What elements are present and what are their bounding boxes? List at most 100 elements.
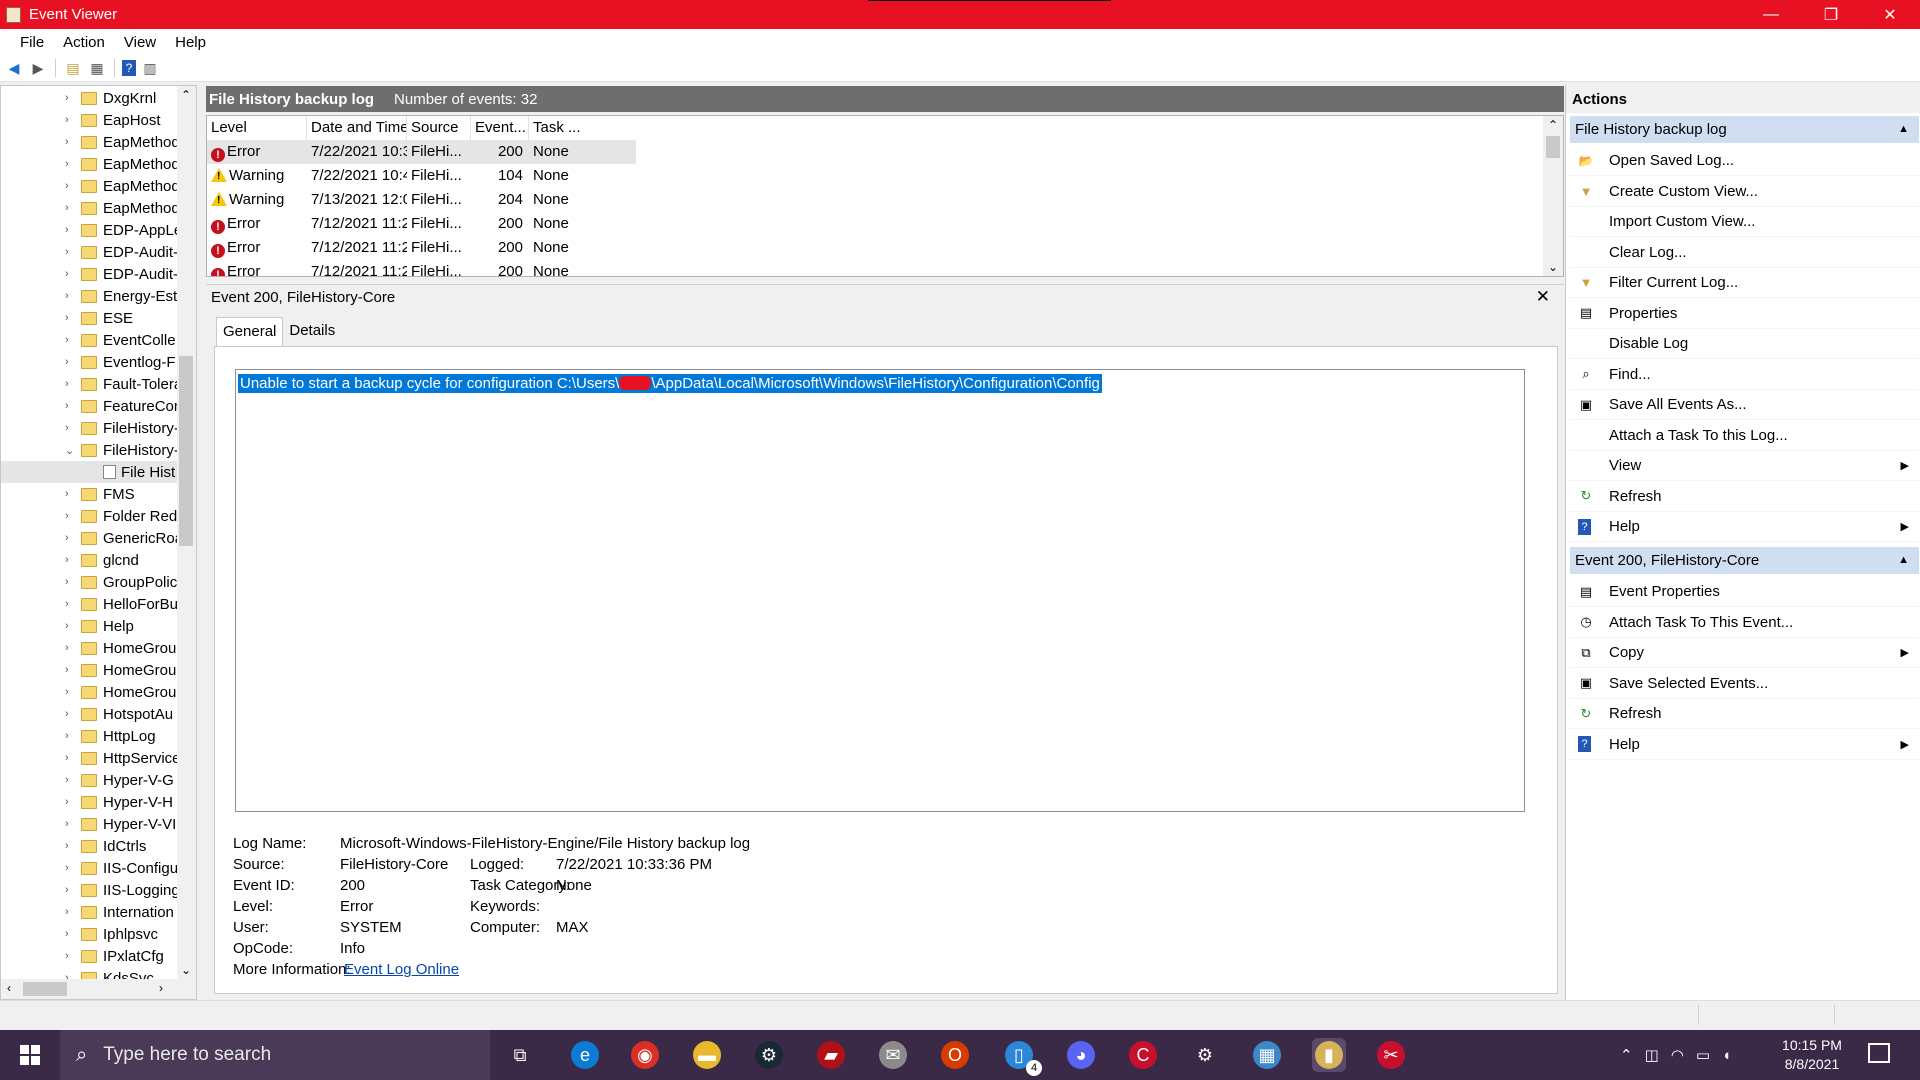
tree-item[interactable]: › HomeGrou [1,681,177,703]
event-row[interactable]: Warning 7/22/2021 10:43:16...FileHi... 104… [207,164,589,188]
tree-item[interactable]: › EapMethod [1,153,177,175]
snip-icon[interactable]: ✂ [1374,1038,1408,1072]
chevron-right-icon[interactable]: › [65,114,69,126]
chevron-right-icon[interactable]: › [65,510,69,522]
action-item[interactable]: ▤ Event Properties [1570,577,1919,607]
tree-item[interactable]: › Fault-Tolera [1,373,177,395]
chevron-right-icon[interactable]: › [65,884,69,896]
action-item[interactable]: Clear Log... [1570,238,1919,268]
chevron-down-icon[interactable]: ⌄ [65,444,74,457]
action-item[interactable]: ▼ Filter Current Log... [1570,268,1919,298]
tree-item[interactable]: › EapHost [1,109,177,131]
chevron-right-icon[interactable]: › [65,686,69,698]
column-level[interactable]: Level [207,116,307,140]
chevron-right-icon[interactable]: › [65,664,69,676]
chevron-right-icon[interactable]: › [65,972,69,979]
volume-icon[interactable]: ◖ [1722,1047,1731,1064]
chevron-right-icon[interactable]: › [65,620,69,632]
tree-item[interactable]: › GroupPolic [1,571,177,593]
chevron-right-icon[interactable]: › [65,312,69,324]
notification-center-icon[interactable] [1868,1043,1890,1063]
minimize-button[interactable]: — [1741,0,1801,29]
collapse-up-icon[interactable]: ▲ [1898,116,1909,143]
steam-icon[interactable]: ⚙ [752,1038,786,1072]
tree-item[interactable]: › HttpLog [1,725,177,747]
tree-item[interactable]: › GenericRoa [1,527,177,549]
chevron-right-icon[interactable]: › [65,554,69,566]
tree-item[interactable]: › EDP-AppLe [1,219,177,241]
chevron-right-icon[interactable]: › [65,334,69,346]
chevron-right-icon[interactable]: › [65,642,69,654]
start-button[interactable] [0,1030,60,1080]
chevron-right-icon[interactable]: › [65,532,69,544]
tree-item[interactable]: › EventColle [1,329,177,351]
scroll-thumb[interactable] [179,356,193,546]
event-row[interactable]: Warning 7/13/2021 12:01:09...FileHi... 204… [207,188,589,212]
ccleaner-icon[interactable]: C [1126,1038,1160,1072]
chevron-right-icon[interactable]: › [65,730,69,742]
action-item[interactable]: View ▶ [1570,451,1919,481]
scroll-down-icon[interactable]: ⌄ [181,963,191,977]
action-item[interactable]: Attach a Task To this Log... [1570,421,1919,451]
tree-item[interactable]: › Folder Red [1,505,177,527]
chevron-right-icon[interactable]: › [65,180,69,192]
chevron-right-icon[interactable]: › [65,136,69,148]
forward-arrow-icon[interactable]: ▶ [28,58,48,78]
scroll-down-icon[interactable]: ⌄ [1548,260,1558,274]
chevron-right-icon[interactable]: › [65,796,69,808]
tree-item[interactable]: › FMS [1,483,177,505]
tree-item[interactable]: › EDP-Audit- [1,263,177,285]
tree-item[interactable]: › Help [1,615,177,637]
action-item[interactable]: Disable Log [1570,329,1919,359]
tree-item[interactable]: › Hyper-V-H [1,791,177,813]
chevron-right-icon[interactable]: › [65,950,69,962]
event-row[interactable]: !Error7/22/2021 10:33:36...FileHi...200N… [207,140,636,164]
scroll-thumb[interactable] [23,982,67,996]
battery-icon[interactable]: ▭ [1696,1046,1710,1064]
tree-item[interactable]: › IdCtrls [1,835,177,857]
tree-horizontal-scrollbar[interactable]: ‹ › [1,979,196,999]
chevron-right-icon[interactable]: › [65,400,69,412]
collapse-up-icon[interactable]: ▲ [1898,547,1909,574]
action-item[interactable]: ⧉ Copy ▶ [1570,638,1919,668]
scroll-left-icon[interactable]: ‹ [7,981,11,995]
tab-general[interactable]: General [216,317,284,347]
show-hide-tree-icon[interactable]: ▦ [87,58,107,78]
action-item[interactable]: ⌕ Find... [1570,360,1919,390]
taskbar-clock[interactable]: 10:15 PM 8/8/2021 [1757,1036,1867,1074]
event-row[interactable]: !Error7/12/2021 11:26:53...FileHi...200N… [207,212,589,236]
chevron-right-icon[interactable]: › [65,708,69,720]
menu-help[interactable]: Help [165,34,215,51]
chevron-right-icon[interactable]: › [65,840,69,852]
chevron-right-icon[interactable]: › [65,246,69,258]
scroll-up-icon[interactable]: ⌃ [1548,118,1558,132]
chevron-right-icon[interactable]: › [65,92,69,104]
tree-item[interactable]: › Hyper-V-G [1,769,177,791]
settings-icon[interactable]: ⚙ [1188,1038,1222,1072]
action-item[interactable]: ▣ Save Selected Events... [1570,669,1919,699]
control-panel-icon[interactable]: ▦ [1250,1038,1284,1072]
tree-item[interactable]: › Iphlpsvc [1,923,177,945]
tree-item[interactable]: › EDP-Audit- [1,241,177,263]
mail-app-icon[interactable]: ✉ [876,1038,910,1072]
chevron-right-icon[interactable]: › [65,268,69,280]
column-event-id[interactable]: Event... [471,116,529,140]
tree-item[interactable]: › EapMethod [1,131,177,153]
phone-link-icon[interactable]: ▯ 4 [1002,1038,1042,1076]
menu-file[interactable]: File [10,34,53,51]
tree-item[interactable]: › IPxlatCfg [1,945,177,967]
chevron-right-icon[interactable]: › [65,158,69,170]
action-item[interactable]: ▣ Save All Events As... [1570,390,1919,420]
edge-icon[interactable]: e [568,1038,602,1072]
tree-item[interactable]: › HttpService [1,747,177,769]
chevron-right-icon[interactable]: › [65,576,69,588]
close-icon[interactable]: ✕ [1536,287,1550,307]
tree-item[interactable]: › Internation [1,901,177,923]
event-log-online-link[interactable]: Event Log Online [344,961,459,978]
chevron-right-icon[interactable]: › [65,290,69,302]
event-row[interactable]: !Error7/12/2021 11:25:04...FileHi...200N… [207,236,589,260]
taskbar-search-box[interactable]: ⌕ Type here to search [60,1030,490,1080]
scroll-up-icon[interactable]: ⌃ [181,88,191,102]
tree-item[interactable]: › KdsSvc [1,967,177,979]
action-item[interactable]: 📂 Open Saved Log... [1570,146,1919,176]
